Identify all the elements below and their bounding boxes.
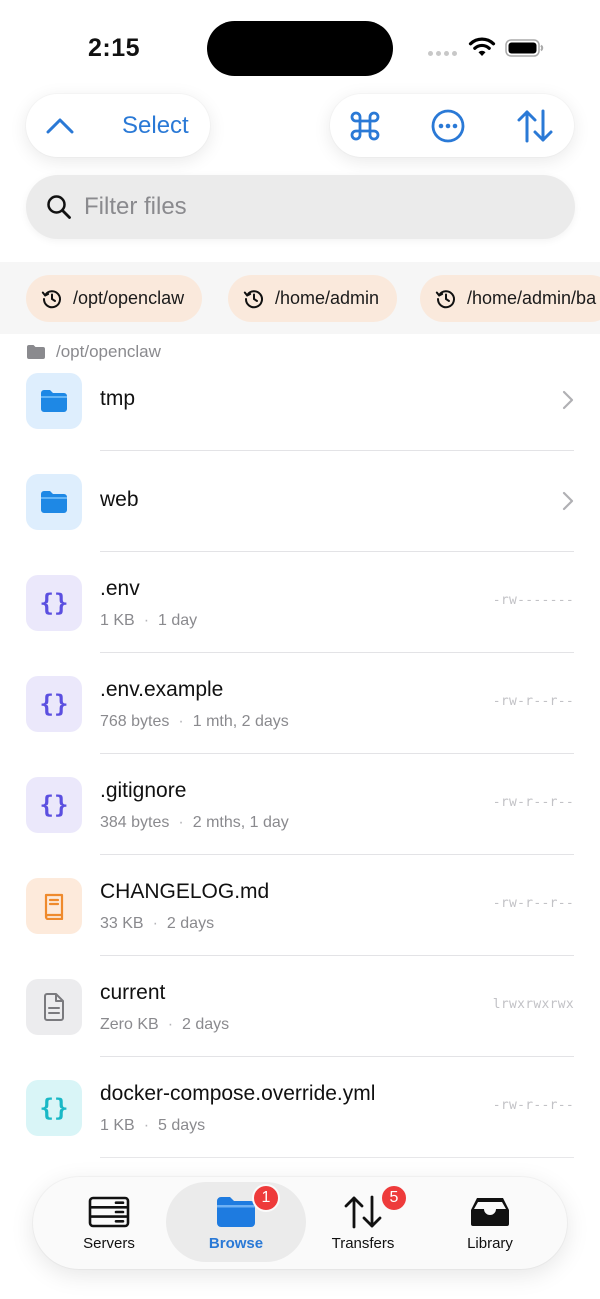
tab-transfers[interactable]: 5 Transfers [293,1177,433,1269]
folder-icon: 1 [216,1184,280,1230]
file-meta: Zero KB · 2 days [100,1016,230,1033]
file-permissions: -rw-r--r-- [492,694,574,709]
code-braces-icon: {} [26,575,82,631]
tray-icon [469,1194,511,1230]
file-name: .gitignore [100,779,187,802]
tab-library[interactable]: Library [420,1177,560,1269]
recent-paths-bar: /opt/openclaw /home/admin /home/admin/ba [0,262,600,334]
file-name: docker-compose.override.yml [100,1082,376,1105]
transfers-badge: 5 [380,1184,408,1212]
file-meta: 1 KB · 1 day [100,612,198,629]
sort-icon[interactable] [512,94,558,157]
cellular-signal-icon [428,51,457,56]
file-modified: 2 days [182,1016,230,1033]
file-permissions: -rw-r--r-- [492,896,574,911]
file-permissions: -rw-r--r-- [492,795,574,810]
recent-path-chip[interactable]: /home/admin [228,275,398,322]
tab-browse[interactable]: 1 Browse [166,1177,306,1269]
chevron-right-icon [562,491,574,511]
document-icon [26,979,82,1035]
file-row-web[interactable]: web [0,451,600,552]
recent-path-chip[interactable]: /home/admin/ba [420,275,600,322]
file-size: 33 KB [100,915,144,932]
wifi-icon [468,37,496,56]
file-meta: 1 KB · 5 days [100,1117,206,1134]
file-permissions: -rw-r--r-- [492,1098,574,1113]
code-braces-icon: {} [26,676,82,732]
search-icon [47,195,71,219]
toolbar-right-group [330,94,574,157]
tab-label: Transfers [331,1235,395,1252]
file-row-env[interactable]: {} .env 1 KB · 1 day -rw------- [0,552,600,653]
file-name: .env [100,577,140,600]
folder-icon [26,373,82,429]
history-icon [41,289,61,308]
tab-label: Library [467,1235,513,1252]
file-name: tmp [100,387,136,410]
file-meta: 768 bytes · 1 mth, 2 days [100,713,289,730]
transfer-icon: 5 [342,1184,408,1230]
file-row-gitignore[interactable]: {} .gitignore 384 bytes · 2 mths, 1 day -r… [0,754,600,855]
tab-bar: Servers 1 Browse 5 Transfers Library [33,1177,567,1269]
file-meta: 384 bytes · 2 mths, 1 day [100,814,289,831]
more-icon[interactable] [427,94,469,157]
file-name: current [100,981,166,1004]
recent-path-label: /opt/openclaw [73,288,185,308]
tab-label: Servers [83,1235,135,1252]
file-modified: 2 mths, 1 day [192,814,289,831]
command-icon[interactable] [344,94,386,157]
status-bar: 2:15 [0,0,600,90]
tab-servers[interactable]: Servers [39,1177,179,1269]
recent-path-chip[interactable]: /opt/openclaw [26,275,203,322]
chevron-up-icon[interactable] [42,94,78,157]
server-icon [88,1194,130,1230]
browse-badge: 1 [252,1184,280,1212]
folder-icon [26,474,82,530]
toolbar-left-group: Select [26,94,210,157]
file-row-current[interactable]: current Zero KB · 2 days lrwxrwxrwx [0,956,600,1057]
file-meta: 33 KB · 2 days [100,915,215,932]
code-braces-icon: {} [26,1080,82,1136]
file-permissions: lrwxrwxrwx [492,997,574,1012]
tab-label: Browse [208,1235,264,1252]
book-icon [26,878,82,934]
file-permissions: -rw------- [492,593,574,608]
file-size: 768 bytes [100,713,170,730]
file-row-changelog[interactable]: CHANGELOG.md 33 KB · 2 days -rw-r--r-- [0,855,600,956]
search-bar [26,175,575,239]
history-icon [243,289,263,308]
file-size: Zero KB [100,1016,159,1033]
recent-path-label: /home/admin [275,288,380,308]
file-size: 1 KB [100,1117,135,1134]
file-name: CHANGELOG.md [100,880,270,903]
dynamic-island [207,21,393,76]
file-modified: 1 day [158,612,198,629]
file-row-docker-compose-override[interactable]: {} docker-compose.override.yml 1 KB · 5 da… [0,1057,600,1158]
file-name: .env.example [100,678,224,701]
file-name: web [100,488,139,511]
file-size: 1 KB [100,612,135,629]
battery-icon [505,39,544,57]
history-icon [435,289,455,308]
file-modified: 1 mth, 2 days [192,713,289,730]
file-size: 384 bytes [100,814,170,831]
status-time: 2:15 [88,34,141,62]
file-row-tmp[interactable]: tmp [0,350,600,451]
chevron-right-icon [562,390,574,410]
search-input[interactable] [84,175,554,239]
file-modified: 5 days [158,1117,206,1134]
file-row-env-example[interactable]: {} .env.example 768 bytes · 1 mth, 2 days … [0,653,600,754]
code-braces-icon: {} [26,777,82,833]
select-button[interactable]: Select [122,94,189,157]
file-modified: 2 days [166,915,215,932]
recent-path-label: /home/admin/ba [467,288,597,308]
